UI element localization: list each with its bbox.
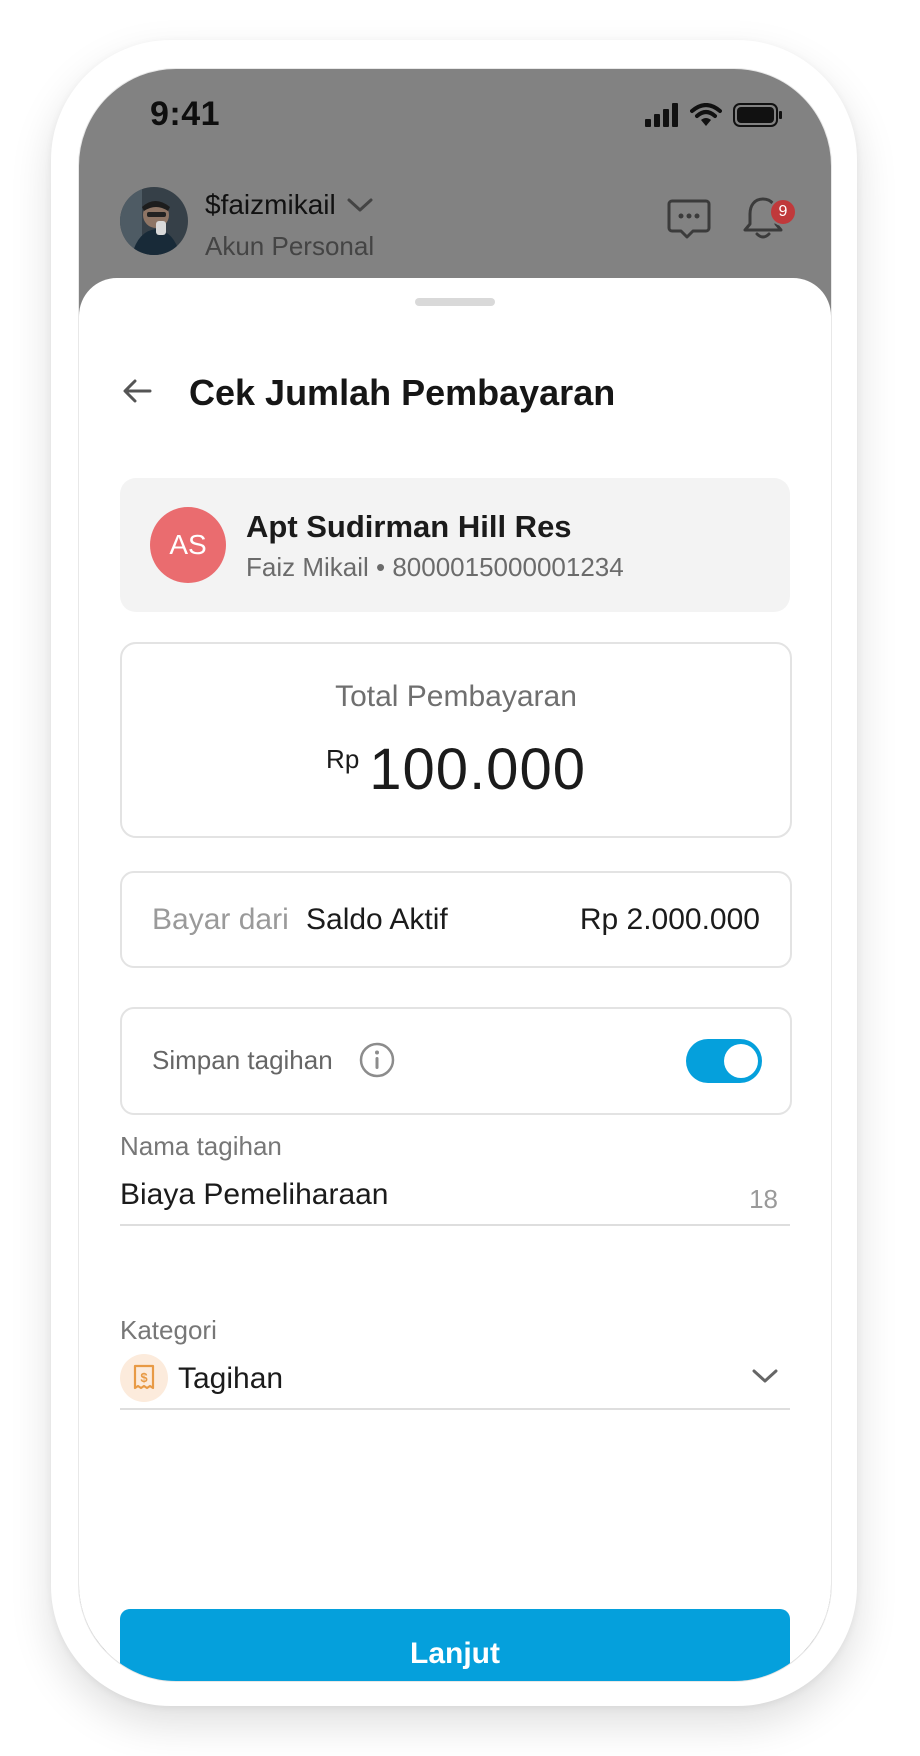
profile-avatar[interactable]: [120, 187, 188, 255]
chevron-down-icon: [752, 1369, 778, 1383]
total-currency: Rp: [326, 744, 360, 774]
notification-badge: 9: [769, 198, 797, 226]
profile-photo: [120, 187, 188, 255]
total-label: Total Pembayaran: [335, 680, 577, 713]
payment-source-selector[interactable]: Bayar dari Saldo Aktif Rp 2.000.000: [120, 871, 792, 968]
page-title: Cek Jumlah Pembayaran: [189, 372, 616, 413]
total-value: 100.000: [369, 737, 586, 802]
payment-source-name: Saldo Aktif: [306, 903, 448, 936]
cellular-signal-icon: [645, 103, 678, 127]
toggle-knob: [724, 1044, 758, 1078]
sheet-handle[interactable]: [415, 298, 495, 306]
status-time: 9:41: [150, 95, 221, 133]
svg-text:$: $: [140, 1370, 148, 1385]
bill-name-input[interactable]: Biaya Pemeliharaan 18: [120, 1174, 790, 1226]
bill-name-field: Nama tagihan Biaya Pemeliharaan 18: [120, 1131, 790, 1226]
battery-icon: [733, 103, 782, 127]
continue-button[interactable]: Lanjut: [120, 1609, 790, 1681]
save-bill-toggle[interactable]: [686, 1039, 762, 1083]
total-amount: Rp 100.000: [122, 736, 790, 803]
bottom-sheet: Cek Jumlah Pembayaran AS Apt Sudirman Hi…: [79, 278, 831, 1681]
biller-avatar: AS: [150, 507, 226, 583]
status-icons: [645, 103, 783, 127]
account-type: Akun Personal: [205, 231, 375, 261]
biller-detail: Faiz Mikail • 8000015000001234: [246, 552, 624, 582]
category-dropdown[interactable]: $ Tagihan: [120, 1354, 790, 1410]
bill-icon: $: [120, 1354, 168, 1402]
bill-name-value: Biaya Pemeliharaan: [120, 1178, 389, 1211]
category-value: Tagihan: [178, 1362, 284, 1395]
chevron-down-icon: [347, 198, 373, 212]
biller-card: AS Apt Sudirman Hill Res Faiz Mikail • 8…: [120, 478, 790, 612]
payment-source-balance: Rp 2.000.000: [579, 903, 760, 936]
chat-icon[interactable]: [667, 197, 711, 241]
bill-name-label: Nama tagihan: [120, 1131, 282, 1161]
bill-name-char-count: 18: [749, 1184, 778, 1214]
payment-source-label: Bayar dari: [152, 903, 289, 936]
info-icon[interactable]: [358, 1041, 396, 1079]
username: $faizmikail: [205, 189, 336, 220]
biller-name: Apt Sudirman Hill Res: [246, 509, 572, 544]
total-payment-card: Total Pembayaran Rp 100.000: [120, 642, 792, 838]
category-label: Kategori: [120, 1315, 217, 1345]
account-switcher[interactable]: $faizmikail: [205, 189, 374, 221]
wifi-icon: [690, 103, 722, 126]
save-bill-label: Simpan tagihan: [152, 1045, 333, 1075]
phone-screen: 9:41 $faizmikail Akun Personal 9 Cek Jum…: [78, 68, 832, 1682]
save-bill-card: Simpan tagihan: [120, 1007, 792, 1115]
category-field: Kategori $ Tagihan: [120, 1315, 790, 1410]
back-arrow-icon[interactable]: [115, 368, 161, 414]
